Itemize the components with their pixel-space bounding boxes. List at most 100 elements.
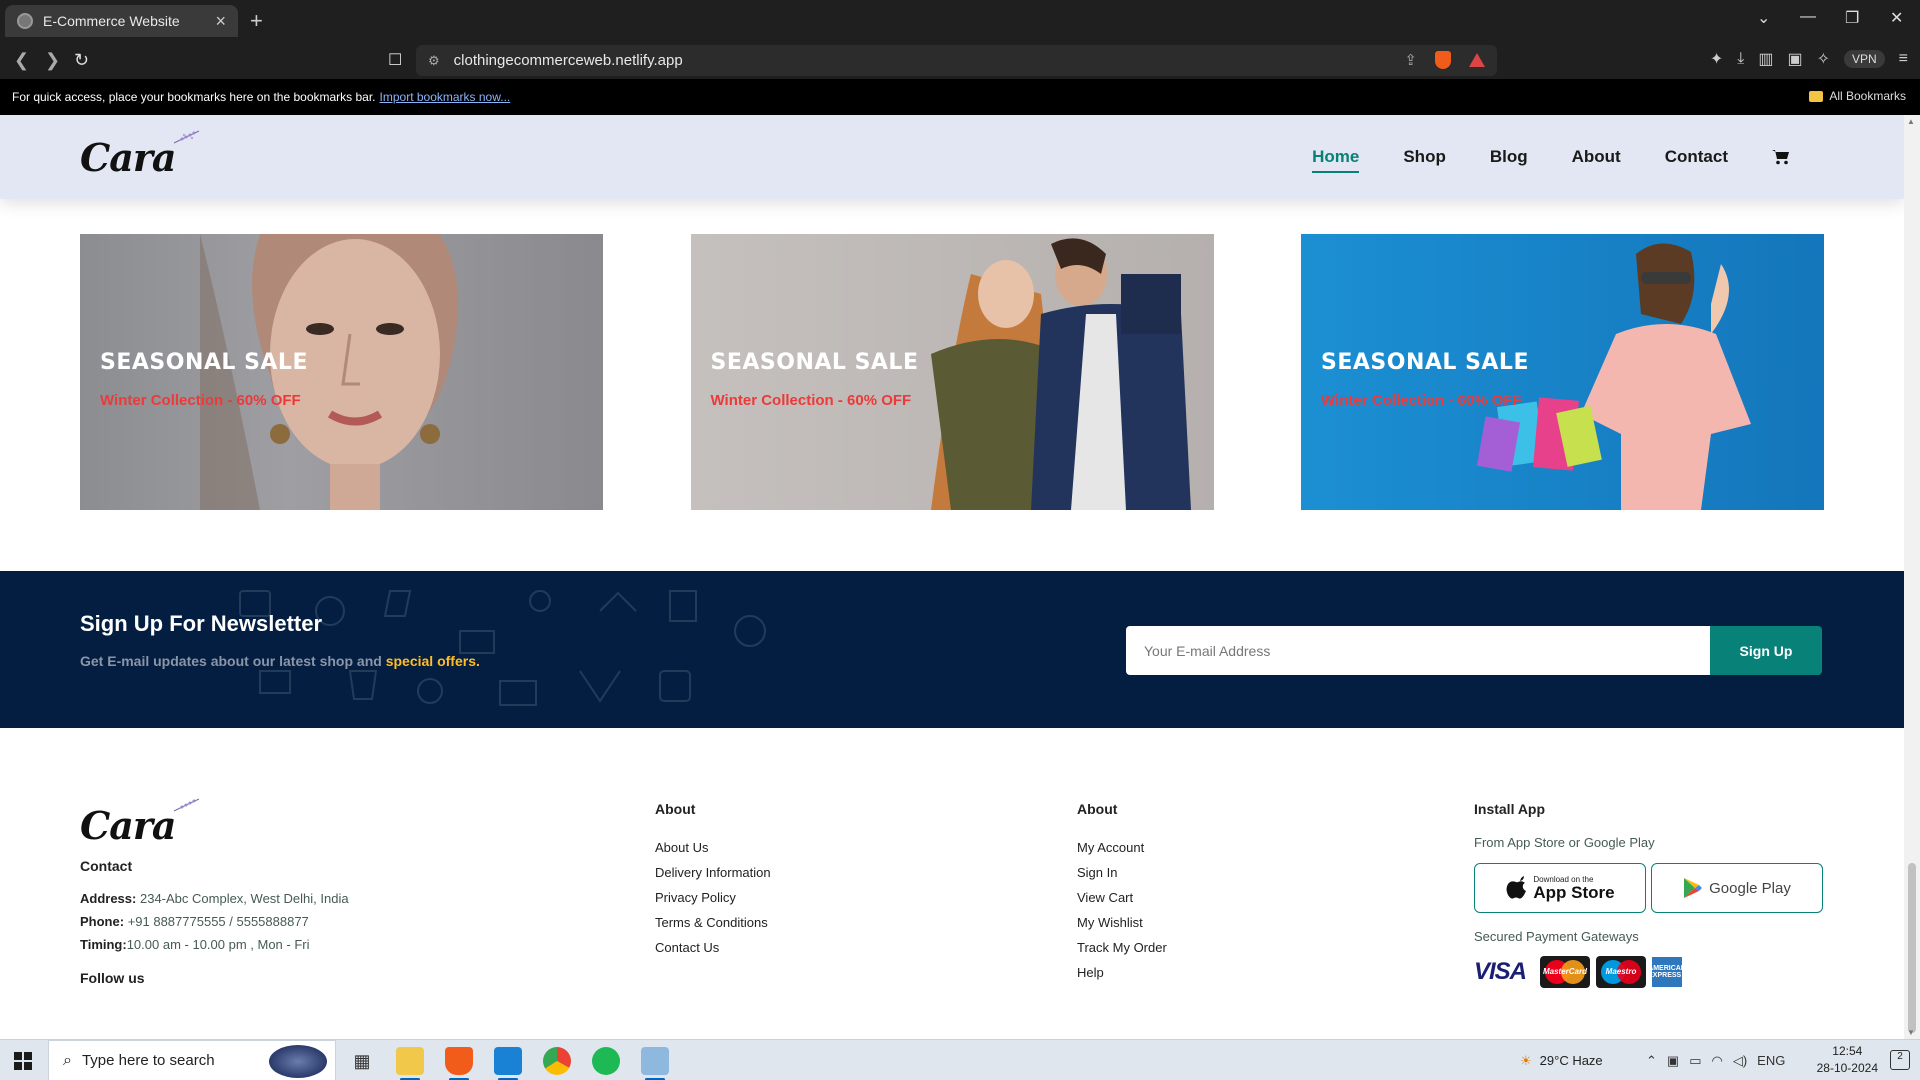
apple-icon [1506,876,1527,899]
vpn-button[interactable]: VPN [1843,50,1885,68]
about-heading: About [655,801,696,817]
forward-icon[interactable]: ❯ [45,50,60,71]
special-offers-highlight: special offers. [385,653,480,669]
logo-text: Cara [80,134,177,180]
newsletter-title: Sign Up For Newsletter [80,611,323,636]
account-heading: About [1077,801,1118,817]
brave-rewards-icon[interactable] [1469,53,1485,67]
sign-up-button[interactable]: Sign Up [1710,626,1822,675]
taskbar-clock[interactable]: 12:54 28-10-2024 [1817,1043,1878,1077]
lavender-icon [173,130,199,143]
weather-widget[interactable]: ☀ 29°C Haze [1520,1040,1603,1080]
nav-home[interactable]: Home [1312,147,1360,173]
spotify-icon[interactable] [592,1047,620,1075]
cart-icon[interactable] [1772,149,1790,165]
minimize-button[interactable]: — [1800,8,1816,26]
wallet-icon[interactable]: ▣ [1787,49,1802,69]
terms-conditions-link[interactable]: Terms & Conditions [655,910,771,935]
close-tab-icon[interactable]: × [215,11,226,32]
scroll-down-icon[interactable]: ▼ [1907,1028,1915,1037]
import-bookmarks-link[interactable]: Import bookmarks now... [380,90,511,104]
app-store-button[interactable]: Download on the App Store [1474,863,1646,913]
seasonal-banner[interactable]: SEASONAL SALE Winter Collection - 60% OF… [690,234,1214,510]
view-cart-link[interactable]: View Cart [1077,885,1167,910]
extensions-icon[interactable]: ✦ [1710,49,1723,69]
banner-subtitle: Winter Collection - 60% OFF [100,392,301,409]
site-info-icon[interactable]: ⚙ [428,53,440,69]
tab-search-icon[interactable]: ⌄ [1757,8,1770,28]
taskbar-search[interactable]: ⌕ Type here to search [48,1040,336,1080]
help-link[interactable]: Help [1077,960,1167,985]
seasonal-banner[interactable]: SEASONAL SALE Winter Collection - 60% OF… [1301,234,1824,510]
battery-icon[interactable]: ▭ [1689,1053,1701,1069]
scrollbar-thumb[interactable] [1908,863,1916,1033]
bookmarks-prompt: For quick access, place your bookmarks h… [12,90,376,104]
privacy-policy-link[interactable]: Privacy Policy [655,885,771,910]
maestro-label: Maestro [1605,967,1637,976]
google-play-button[interactable]: Google Play [1651,863,1823,913]
browser-tab[interactable]: E-Commerce Website × [5,5,238,37]
sidebar-icon[interactable]: ▥ [1758,49,1773,69]
visa-icon: VISA [1474,958,1527,985]
email-input[interactable] [1126,626,1710,675]
leo-ai-icon[interactable]: ✧ [1817,49,1830,69]
mastercard-label: MasterCard [1542,967,1587,976]
delivery-information-link[interactable]: Delivery Information [655,860,771,885]
track-my-order-link[interactable]: Track My Order [1077,935,1167,960]
windows-start-icon[interactable] [14,1052,32,1070]
nav-shop[interactable]: Shop [1403,147,1446,167]
search-highlight-image [269,1045,327,1078]
address-line: Address: 234-Abc Complex, West Delhi, In… [80,887,349,910]
vscode-icon[interactable] [494,1047,522,1075]
page-scrollbar[interactable]: ▲ ▼ [1904,115,1920,1039]
banner-subtitle: Winter Collection - 60% OFF [710,392,912,409]
contact-us-link[interactable]: Contact Us [655,935,771,960]
chrome-icon[interactable] [543,1047,571,1075]
share-icon[interactable]: ⇪ [1404,51,1417,69]
banner-title: SEASONAL SALE [100,350,308,375]
restore-button[interactable]: ❐ [1845,8,1859,28]
menu-icon[interactable]: ≡ [1899,50,1908,68]
task-view-icon[interactable]: ▦ [348,1047,376,1075]
meet-now-icon[interactable]: ▣ [1667,1053,1679,1069]
new-tab-button[interactable]: + [250,8,263,34]
nav-about[interactable]: About [1572,147,1621,167]
file-explorer-icon[interactable] [396,1047,424,1075]
store-badges: Download on the App Store Google Play [1474,863,1823,913]
bookmark-icon[interactable]: ☐ [388,50,402,70]
sign-in-link[interactable]: Sign In [1077,860,1167,885]
back-icon[interactable]: ❮ [14,50,29,71]
reload-icon[interactable]: ↻ [74,50,89,71]
globe-icon [17,13,33,29]
nav-blog[interactable]: Blog [1490,147,1528,167]
footer-logo[interactable]: Cara [80,798,199,848]
footer-logo-text: Cara [80,803,177,848]
nav-contact[interactable]: Contact [1665,147,1728,167]
address-bar[interactable]: ⚙ clothingecommerceweb.netlify.app ⇪ [416,45,1497,76]
notification-center-icon[interactable]: 2 [1890,1050,1910,1070]
my-account-link[interactable]: My Account [1077,835,1167,860]
my-wishlist-link[interactable]: My Wishlist [1077,910,1167,935]
seasonal-banner[interactable]: SEASONAL SALE Winter Collection - 60% OF… [80,234,603,510]
chevron-up-icon[interactable]: ⌃ [1646,1053,1657,1069]
wifi-icon[interactable]: ◠ [1712,1053,1723,1069]
about-us-link[interactable]: About Us [655,835,771,860]
close-window-button[interactable]: ✕ [1890,8,1903,28]
scroll-up-icon[interactable]: ▲ [1907,117,1915,126]
banner-title: SEASONAL SALE [710,350,919,375]
snipping-tool-icon[interactable] [641,1047,669,1075]
brave-shields-icon[interactable] [1435,51,1451,69]
newsletter-section: Sign Up For Newsletter Get E-mail update… [0,571,1904,728]
volume-icon[interactable]: ◁) [1733,1053,1747,1069]
download-icon[interactable]: ⤓ [1737,50,1744,68]
weather-icon: ☀ [1520,1052,1532,1068]
amex-icon: AMERICAN EXPRESS [1648,957,1686,987]
language-indicator[interactable]: ENG [1757,1053,1785,1068]
newsletter-subtitle: Get E-mail updates about our latest shop… [80,653,480,669]
site-header: Cara Home Shop Blog About Contact [0,115,1904,199]
folder-icon [1809,90,1824,102]
brave-browser-icon[interactable] [445,1047,473,1075]
clock-date: 28-10-2024 [1816,1061,1878,1075]
site-logo[interactable]: Cara [80,130,199,180]
all-bookmarks-button[interactable]: All Bookmarks [1809,89,1906,103]
